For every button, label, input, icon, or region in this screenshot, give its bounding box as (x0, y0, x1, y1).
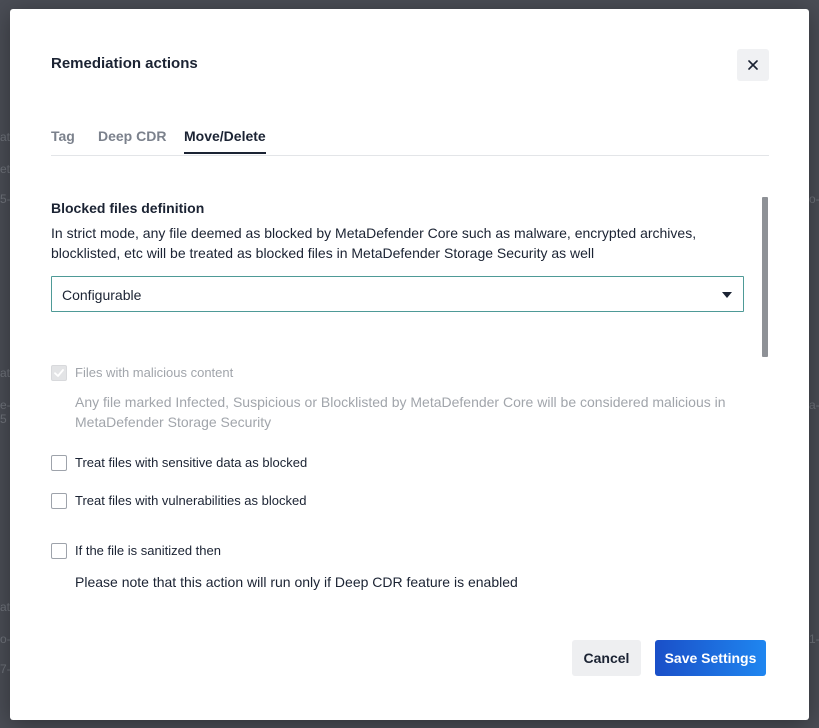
sanitized-checkbox[interactable] (51, 543, 67, 559)
background-fragment: o- (0, 632, 10, 646)
malicious-content-label: Files with malicious content (75, 365, 234, 380)
tab-tag[interactable]: Tag (51, 128, 75, 152)
malicious-content-checkbox (51, 365, 67, 381)
cancel-button[interactable]: Cancel (572, 640, 641, 676)
background-fragment: at (0, 366, 10, 380)
background-fragment: et (0, 162, 10, 176)
save-settings-button[interactable]: Save Settings (655, 640, 766, 676)
malicious-content-note: Any file marked Infected, Suspicious or … (75, 394, 726, 430)
sanitized-note: Please note that this action will run on… (75, 574, 518, 590)
background-fragment: 7- (0, 662, 10, 676)
blocked-files-heading: Blocked files definition (51, 200, 205, 216)
background-fragment: e-5 (0, 398, 10, 426)
content-scrollbar[interactable] (762, 197, 768, 357)
blocked-files-mode-select[interactable]: Configurable (51, 276, 744, 312)
background-fragment: at (0, 130, 10, 144)
select-value: Configurable (62, 287, 142, 303)
vulnerabilities-label[interactable]: Treat files with vulnerabilities as bloc… (75, 493, 306, 508)
sensitive-data-label[interactable]: Treat files with sensitive data as block… (75, 455, 307, 470)
background-fragment: a- (809, 398, 819, 412)
tab-bar: Tag Deep CDR Move/Delete (51, 119, 769, 156)
modal-title: Remediation actions (51, 55, 198, 72)
close-button[interactable] (737, 49, 769, 81)
background-fragment: at (0, 600, 10, 614)
checkmark-icon (54, 369, 64, 377)
tab-content: Blocked files definition In strict mode,… (51, 197, 751, 597)
tab-deep-cdr[interactable]: Deep CDR (98, 128, 166, 152)
sanitized-label[interactable]: If the file is sanitized then (75, 543, 221, 558)
tab-move-delete[interactable]: Move/Delete (184, 128, 266, 154)
vulnerabilities-checkbox[interactable] (51, 493, 67, 509)
close-icon (748, 60, 758, 70)
remediation-actions-modal: Remediation actions Tag Deep CDR Move/De… (10, 9, 809, 720)
background-fragment: o- (809, 192, 819, 206)
background-fragment: 5- (0, 192, 10, 206)
blocked-files-description: In strict mode, any file deemed as block… (51, 225, 697, 261)
caret-down-icon (722, 292, 732, 298)
sensitive-data-checkbox[interactable] (51, 455, 67, 471)
background-fragment: 1- (809, 632, 819, 646)
